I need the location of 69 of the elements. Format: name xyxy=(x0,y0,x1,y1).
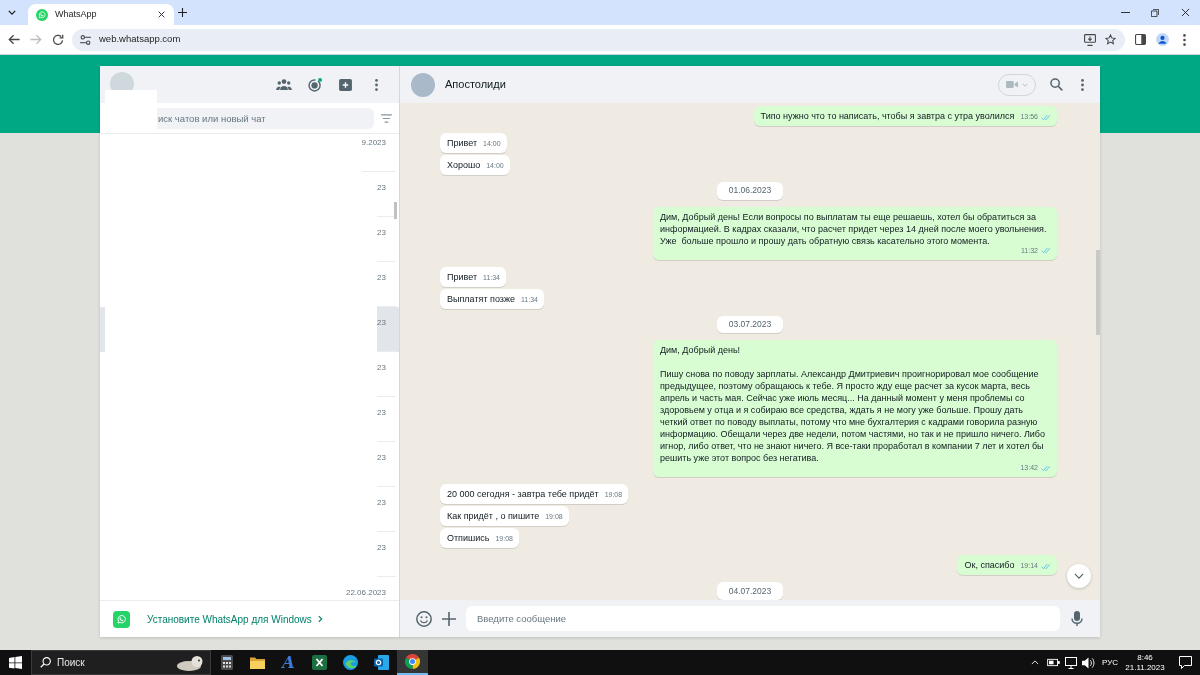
message-text: Дим, Добрый день! Пишу снова по поводу зарплаты. Александр Дмитриевич проигнорировал мое сообщение предыдущее, поэтому обращаюсь к тебе. Я просто жду еще расчет за кусок марта, весь апрель и часть мая. Сейчас уже июль месяц... На данный момент у меня проблемы со здоровьем у отца и я собираю все средства, ждать я не могу уже больше. Прошу дать четкий ответ по поводу выплаты, потому что мне бухгалтерия с кадрами говорила разную информацию. Обещали через две недели, потом частями, но так и не пришло ничего. Либо игнор, либо ответ, что не знают ничего. Я все-таки проработал в компании 7 лет и хотел бы решить уже этот вопрос без негатива. xyxy=(660,344,1046,465)
menu-icon[interactable] xyxy=(1182,33,1186,46)
message-text: Дим, Добрый день! Если вопросы по выплатам ты еще решаешь, хотел бы обратиться за информацией. В кадрах сказали, что расчет придет через 14 дней после моего увольнения. Уже больше прошло и прошу дать обратную связь касательно этого момента. xyxy=(660,210,1048,247)
circle-logo-icon[interactable] xyxy=(405,654,420,669)
browser-tab[interactable]: WhatsApp xyxy=(28,4,174,25)
ring-tile-icon[interactable] xyxy=(374,655,389,670)
date-chip: 04.07.2023 xyxy=(716,582,784,600)
chevron-down-icon xyxy=(1074,573,1084,579)
filter-icon[interactable] xyxy=(381,113,392,123)
chevron-up-icon[interactable] xyxy=(1030,660,1039,665)
message-input[interactable]: Введите сообщение xyxy=(466,606,1060,631)
back-arrow-icon[interactable] xyxy=(8,34,20,45)
active-app-button[interactable] xyxy=(397,650,428,675)
phone-bubble-icon xyxy=(36,8,48,21)
people-icon[interactable] xyxy=(275,79,292,90)
message-text: Хорошо xyxy=(447,159,481,171)
search-field[interactable]: иск чатов или новый чат xyxy=(157,107,374,129)
scrollbar-thumb[interactable] xyxy=(394,202,397,219)
date-chip: 03.07.2023 xyxy=(716,315,784,334)
message-text: Привет xyxy=(447,270,477,283)
calculator-icon[interactable] xyxy=(220,655,233,670)
chat-item[interactable]: 23 xyxy=(100,307,399,352)
cross-tile-icon[interactable] xyxy=(312,655,327,670)
caret-down-icon[interactable] xyxy=(8,10,16,15)
contact-name[interactable]: Апостолиди xyxy=(445,76,506,93)
windows-logo-icon[interactable] xyxy=(9,656,22,669)
message-text: 20 000 сегодня - завтра тебе придёт xyxy=(447,488,599,501)
plus-icon[interactable] xyxy=(178,8,187,17)
minimize-icon[interactable] xyxy=(1120,12,1130,13)
clock-time[interactable]: 8:46 xyxy=(1137,652,1153,663)
restore-icon[interactable] xyxy=(1151,8,1159,17)
seal-icon xyxy=(176,654,204,671)
message-text: Отпишись xyxy=(447,532,490,545)
battery-icon[interactable] xyxy=(1046,658,1060,667)
star-icon[interactable] xyxy=(1105,34,1116,45)
message-text: Выплатят позже xyxy=(447,292,515,305)
profile-icon[interactable] xyxy=(1155,33,1169,46)
swirl-icon[interactable] xyxy=(343,655,358,670)
taskbar-search-field[interactable]: Поиск xyxy=(31,650,211,675)
menu-icon[interactable] xyxy=(1081,78,1084,91)
sliders-icon[interactable] xyxy=(80,34,91,45)
square-plus-icon[interactable] xyxy=(339,78,352,91)
message-text: Привет xyxy=(447,137,477,149)
emoji-icon[interactable] xyxy=(416,610,432,627)
side-panel-icon[interactable] xyxy=(1134,34,1146,45)
address-bar[interactable]: web.whatsapp.com xyxy=(72,28,1125,51)
message-text: Типо нужно что то написать, чтобы я завтра с утра уволился xyxy=(760,110,1015,122)
phone-bubble-icon xyxy=(113,610,130,628)
letter-icon[interactable]: A xyxy=(282,654,295,671)
search-icon[interactable] xyxy=(1050,78,1063,91)
status-icon[interactable] xyxy=(307,77,322,92)
language-indicator[interactable]: РУС xyxy=(1101,656,1118,669)
chevron-right-icon xyxy=(317,615,323,623)
date-chip: 01.06.2023 xyxy=(716,182,784,200)
monitor-download-icon[interactable] xyxy=(1084,33,1096,46)
close-icon[interactable] xyxy=(158,11,165,18)
close-icon[interactable] xyxy=(1180,8,1190,17)
clock-date[interactable]: 21.11.2023 xyxy=(1125,662,1165,673)
microphone-icon[interactable] xyxy=(1071,611,1083,626)
message-text: Как придёт , о пишите xyxy=(447,510,540,523)
monitor-icon[interactable] xyxy=(1064,656,1077,669)
caret-icon xyxy=(1022,82,1028,87)
menu-icon[interactable] xyxy=(375,78,378,91)
speaker-icon[interactable] xyxy=(1081,656,1095,669)
reload-icon[interactable] xyxy=(52,33,64,46)
message-text: Ок, спасибо xyxy=(964,559,1015,572)
video-camera-icon xyxy=(1006,80,1018,89)
search-icon xyxy=(40,657,51,668)
folder-icon[interactable] xyxy=(250,656,265,669)
